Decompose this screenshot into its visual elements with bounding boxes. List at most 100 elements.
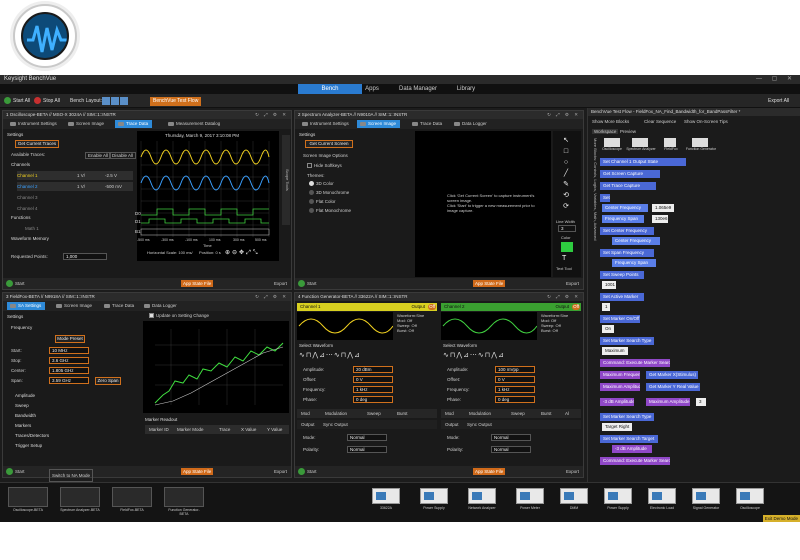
ff-start-label[interactable]: Start (15, 466, 25, 477)
flow-block[interactable]: Maximum Amplitude (646, 398, 690, 406)
dock-instrument[interactable]: Power Meter (508, 486, 552, 520)
tab-screen-image[interactable]: Screen Image (53, 302, 96, 310)
start-icon[interactable] (298, 468, 305, 475)
flow-value[interactable]: 1.065e9 (652, 204, 674, 212)
flow-block[interactable]: -3 dB Amplitude (612, 445, 652, 453)
export-button[interactable]: Export (566, 466, 579, 477)
ch2-polarity-select[interactable]: Normal (491, 446, 531, 453)
tab-data-logger[interactable]: Data Logger (141, 302, 181, 310)
channel-row[interactable]: Channel 4 (17, 204, 133, 213)
flow-value[interactable]: 130e6 (652, 215, 668, 223)
app-state-file-button[interactable]: App State File (473, 280, 506, 287)
mode-preset-button[interactable]: Mode Preset (55, 335, 85, 343)
flow-block[interactable]: Set Span Frequency (600, 249, 654, 257)
trigger-setup-section[interactable]: Trigger Setup (15, 443, 42, 448)
flow-value[interactable]: Target Right (602, 423, 632, 431)
exit-demo-mode-button[interactable]: Exit Demo Mode (762, 515, 800, 522)
ch2-burst-tab[interactable]: Burst (541, 411, 552, 416)
ch2-mode-select[interactable]: Normal (491, 434, 531, 441)
tab-instrument-settings[interactable]: Instrument Settings (7, 120, 61, 128)
dock-app[interactable]: Spectrum Analyzer-BETA (60, 487, 100, 519)
theme-radio[interactable]: Flat Color (309, 199, 336, 205)
dock-instrument[interactable]: 33622A (364, 486, 408, 520)
flow-block[interactable]: Set Marker Search Target (600, 435, 658, 443)
panel-window-icons[interactable]: ↻ ⤢ ⚙ ✕ (255, 293, 288, 301)
tab-data-logger[interactable]: Data Logger (451, 120, 491, 128)
bandwidth-section[interactable]: Bandwidth (15, 413, 36, 418)
flow-block[interactable]: Set (600, 194, 610, 202)
ch1-mod-tab[interactable]: Mod (301, 411, 310, 416)
ch2-phase-input[interactable]: 0 deg (495, 396, 535, 403)
ch1-modulation-tab[interactable]: Modulation (325, 411, 347, 416)
dock-instrument[interactable]: Signal Generator (684, 486, 728, 520)
flow-block[interactable]: Set Marker On/Off (600, 315, 640, 323)
flow-instrument[interactable]: Oscilloscope (600, 138, 624, 151)
flow-value[interactable]: 3 (696, 398, 706, 406)
dock-app[interactable]: Oscilloscope-BETA (8, 487, 48, 519)
flow-block[interactable]: Command: Execute Marker Search (600, 359, 670, 367)
zero-span-button[interactable]: Zero Span (95, 377, 121, 385)
flow-block[interactable]: Maximum Amplitude (600, 383, 640, 391)
flow-block[interactable]: Set Center Frequency (600, 227, 654, 235)
flow-block[interactable]: Frequency Span (612, 259, 656, 267)
fg-start-label[interactable]: Start (307, 466, 317, 477)
requested-points-select[interactable]: 1,000 (63, 253, 107, 260)
math1-item[interactable]: Math 1 (25, 226, 39, 231)
dock-instrument[interactable]: Power Supply (596, 486, 640, 520)
tab-workspace[interactable]: Workspace (592, 129, 619, 134)
get-current-screen-button[interactable]: Get Current Screen (305, 140, 353, 148)
flow-instrument[interactable]: Function Generator (684, 138, 718, 151)
flow-instrument[interactable]: FieldFox (660, 138, 682, 151)
ch1-mode-select[interactable]: Normal (347, 434, 387, 441)
layout-2-icon[interactable] (111, 97, 119, 105)
export-all-button[interactable]: Export All (768, 97, 789, 106)
stop-all-button[interactable]: Stop All (34, 97, 60, 106)
disable-all-button[interactable]: Disable All (109, 152, 137, 159)
tab-bench[interactable]: Bench (298, 84, 362, 94)
app-state-file-button[interactable]: App State File (473, 468, 506, 475)
panel-window-icons[interactable]: ↻ ⤢ ⚙ ✕ (547, 293, 580, 301)
ch1-frequency-input[interactable]: 1 kHz (353, 386, 393, 393)
color-swatch[interactable] (561, 242, 573, 252)
drawing-tool-icons[interactable]: ↖ □ ○ ╱ ✎ ⟲ ⟳ (559, 135, 573, 212)
dock-instrument[interactable]: Network Analyzer (460, 486, 504, 520)
flow-block[interactable]: Get Trace Capture (600, 182, 656, 190)
sa-start-label[interactable]: Start (307, 278, 317, 289)
channel-row[interactable]: Channel 3 (17, 193, 133, 202)
test-flow-button[interactable]: BenchVue Test Flow (150, 97, 202, 106)
flow-block[interactable]: Frequency Span (602, 215, 644, 223)
theme-radio[interactable]: 3D Color (309, 181, 334, 187)
app-state-file-button[interactable]: App State File (181, 280, 214, 287)
channel1-waveform-buttons[interactable]: ∿⊓⋀⊿⋯∿⊓⋀⊿ (299, 351, 433, 361)
start-all-button[interactable]: Start All (4, 97, 30, 106)
channel2-output-toggle[interactable]: Off (572, 304, 580, 310)
dock-app[interactable]: Function Generator-BETA (164, 487, 204, 519)
ch1-polarity-select[interactable]: Normal (347, 446, 387, 453)
flow-value[interactable]: Maximum (602, 347, 628, 355)
channel2-waveform-buttons[interactable]: ∿⊓⋀⊿⋯∿⊓⋀⊿ (443, 351, 577, 361)
start-freq-input[interactable]: 10 MHz (49, 347, 89, 354)
tab-trace-data[interactable]: Trace Data (409, 120, 446, 128)
ch1-offset-input[interactable]: 0 V (353, 376, 393, 383)
layout-buttons[interactable] (102, 97, 132, 106)
amplitude-section[interactable]: Amplitude (15, 393, 35, 398)
tab-screen-image[interactable]: Screen Image (357, 120, 401, 128)
line-width-select[interactable]: 3 (558, 225, 576, 232)
dock-instrument[interactable]: Power Supply (412, 486, 456, 520)
show-tips-checkbox[interactable]: Show On-Screen Tips (684, 119, 728, 124)
ch2-offset-input[interactable]: 0 V (495, 376, 535, 383)
tab-data-manager[interactable]: Data Manager (396, 84, 440, 94)
tab-screen-image[interactable]: Screen Image (65, 120, 108, 128)
more-blocks-sidebar[interactable]: More Blocks: Controls, Logics, Variables… (590, 138, 598, 258)
channel-row[interactable]: Channel 1 1 V/ -2.5 V (17, 171, 133, 180)
flow-block[interactable]: Command: Execute Marker Search (600, 457, 670, 465)
ch2-sweep-tab[interactable]: Sweep (511, 411, 525, 416)
layout-1-icon[interactable] (102, 97, 110, 105)
ch1-sync-output-tab[interactable]: Sync Output (323, 422, 348, 427)
flow-value[interactable]: 1001 (602, 281, 616, 289)
osc-start-label[interactable]: Start (15, 278, 25, 289)
text-tool-icon[interactable]: T (562, 255, 566, 262)
dock-instrument[interactable]: DMM (552, 486, 596, 520)
flow-block[interactable]: Center Frequency (612, 237, 660, 245)
flow-block[interactable]: Set Marker Search Type (600, 337, 654, 345)
